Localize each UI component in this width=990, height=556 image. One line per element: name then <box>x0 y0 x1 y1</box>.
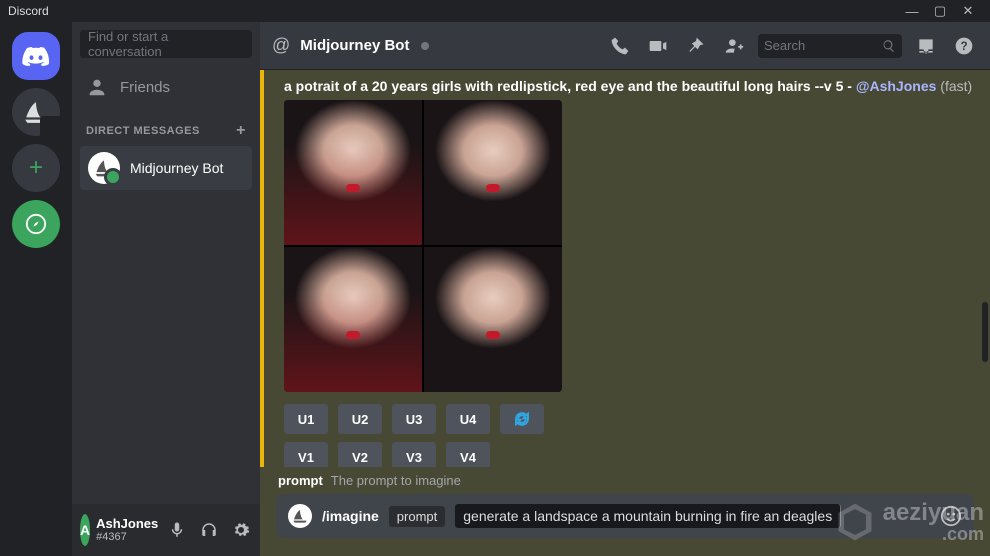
u2-button[interactable]: U2 <box>338 404 382 434</box>
status-dot <box>421 42 429 50</box>
dm-item-label: Midjourney Bot <box>130 160 223 176</box>
v1-button[interactable]: V1 <box>284 442 328 467</box>
chat-title: Midjourney Bot <box>300 37 409 54</box>
inbox-icon <box>916 36 936 56</box>
app-title: Discord <box>8 4 49 18</box>
sailboat-icon <box>23 99 49 125</box>
help-icon: ? <box>954 36 974 56</box>
server-midjourney[interactable] <box>12 88 60 136</box>
emoji-button[interactable] <box>940 505 962 527</box>
headphones-icon <box>200 521 218 539</box>
chat-header: @ Midjourney Bot Search ? <box>260 22 990 70</box>
composer-input[interactable]: generate a landspace a mountain burning … <box>455 504 841 528</box>
avatar <box>88 152 120 184</box>
prompt-mode: (fast) <box>936 78 972 94</box>
window-close-button[interactable]: ✕ <box>954 3 982 19</box>
tip-label: prompt <box>278 473 323 488</box>
settings-button[interactable] <box>228 517 254 543</box>
image-2 <box>424 100 562 245</box>
deafen-button[interactable] <box>196 517 222 543</box>
image-3 <box>284 247 422 392</box>
dm-section-header: DIRECT MESSAGES <box>86 125 200 137</box>
inbox-button[interactable] <box>912 32 940 60</box>
at-icon: @ <box>272 35 290 56</box>
image-grid[interactable] <box>284 100 562 392</box>
search-icon <box>882 39 896 53</box>
friends-nav[interactable]: Friends <box>72 66 260 108</box>
video-icon <box>648 36 668 56</box>
user-avatar[interactable]: A <box>80 514 90 546</box>
user-info[interactable]: AshJones #4367 <box>96 517 158 543</box>
user-area: A AshJones #4367 <box>72 504 260 556</box>
message-composer[interactable]: /imagine prompt generate a landspace a m… <box>276 494 974 538</box>
help-button[interactable]: ? <box>950 32 978 60</box>
window-minimize-button[interactable]: — <box>898 4 926 19</box>
svg-text:?: ? <box>960 40 967 53</box>
v2-button[interactable]: V2 <box>338 442 382 467</box>
image-4 <box>424 247 562 392</box>
tip-desc: The prompt to imagine <box>331 473 461 488</box>
voice-call-button[interactable] <box>606 32 634 60</box>
slash-command: /imagine <box>322 508 379 524</box>
command-avatar <box>288 504 312 528</box>
friends-label: Friends <box>120 79 170 96</box>
scrollbar-thumb[interactable] <box>982 302 988 362</box>
microphone-icon <box>168 521 186 539</box>
u4-button[interactable]: U4 <box>446 404 490 434</box>
v3-button[interactable]: V3 <box>392 442 436 467</box>
dm-column: Find or start a conversation Friends DIR… <box>72 22 260 556</box>
variation-row: V1 V2 V3 V4 <box>284 442 974 467</box>
pin-icon <box>686 36 706 56</box>
scrollbar[interactable] <box>980 72 988 556</box>
discover-button[interactable] <box>12 200 60 248</box>
prompt-mention[interactable]: @AshJones <box>856 78 937 94</box>
search-placeholder: Search <box>764 38 876 53</box>
upscale-row: U1 U2 U3 U4 <box>284 404 974 434</box>
user-tag: #4367 <box>96 531 158 543</box>
add-friends-button[interactable] <box>720 32 748 60</box>
refresh-icon <box>513 410 531 428</box>
phone-icon <box>610 36 630 56</box>
guild-bar: + <box>0 22 72 556</box>
sailboat-icon <box>292 508 308 524</box>
param-chip: prompt <box>389 506 445 527</box>
chat-search[interactable]: Search <box>758 34 902 58</box>
add-server-button[interactable]: + <box>12 144 60 192</box>
friends-icon <box>86 76 108 98</box>
mute-button[interactable] <box>164 517 190 543</box>
u1-button[interactable]: U1 <box>284 404 328 434</box>
user-name: AshJones <box>96 517 158 531</box>
composer-tip: prompt The prompt to imagine <box>278 473 972 488</box>
v4-button[interactable]: V4 <box>446 442 490 467</box>
prompt-text: a potrait of a 20 years girls with redli… <box>284 78 843 94</box>
home-button[interactable] <box>12 32 60 80</box>
window-maximize-button[interactable]: ▢ <box>926 3 954 19</box>
u3-button[interactable]: U3 <box>392 404 436 434</box>
discord-logo-icon <box>22 46 50 66</box>
create-dm-button[interactable]: + <box>236 122 246 140</box>
conversation-search[interactable]: Find or start a conversation <box>80 30 252 58</box>
add-user-icon <box>724 36 744 56</box>
sailboat-icon <box>94 158 114 178</box>
image-1 <box>284 100 422 245</box>
reroll-button[interactable] <box>500 404 544 434</box>
prompt-sep: - <box>843 78 855 94</box>
compass-icon <box>25 213 47 235</box>
message-prompt: a potrait of a 20 years girls with redli… <box>284 78 974 94</box>
pinned-button[interactable] <box>682 32 710 60</box>
video-call-button[interactable] <box>644 32 672 60</box>
gear-icon <box>232 521 250 539</box>
smiley-icon <box>940 505 962 527</box>
chat-panel: @ Midjourney Bot Search ? a potrait of a… <box>260 22 990 556</box>
dm-item-midjourney[interactable]: Midjourney Bot <box>80 146 252 190</box>
